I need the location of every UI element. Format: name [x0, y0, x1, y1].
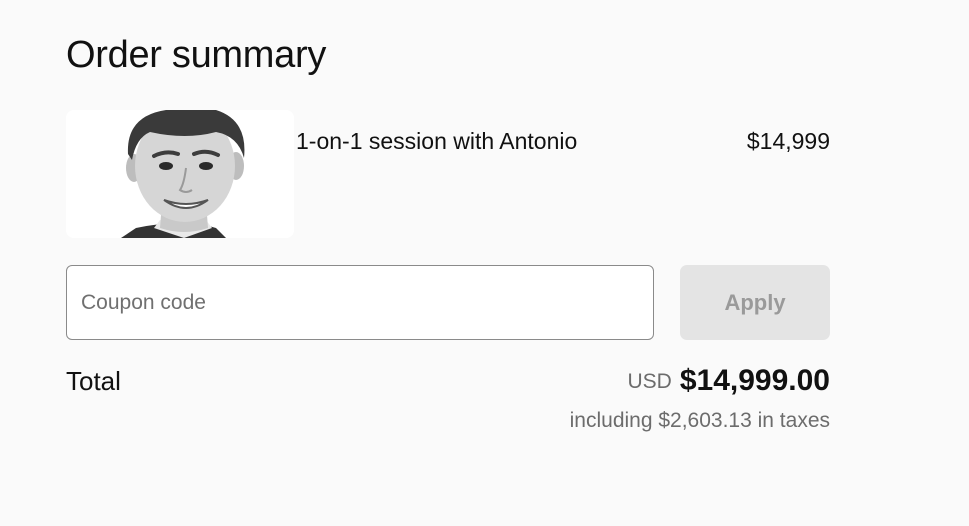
coupon-code-input[interactable]: [66, 265, 654, 340]
tax-note: including $2,603.13 in taxes: [569, 409, 830, 432]
item-name: 1-on-1 session with Antonio: [296, 128, 578, 154]
person-portrait-icon: [66, 110, 294, 238]
currency-code: USD: [627, 370, 672, 393]
total-price: $14,999.00: [679, 364, 830, 397]
total-label: Total: [66, 366, 121, 396]
page-title: Order summary: [66, 34, 327, 76]
item-price: $14,999: [746, 128, 830, 154]
line-item: 1-on-1 session with Antonio $14,999: [66, 110, 830, 238]
apply-coupon-button[interactable]: Apply: [680, 265, 830, 340]
order-summary-panel: Order summary 1-on-1 session with Antoni…: [66, 0, 830, 526]
product-image: [66, 110, 294, 238]
total-amount: USD $14,999.00: [628, 364, 831, 398]
